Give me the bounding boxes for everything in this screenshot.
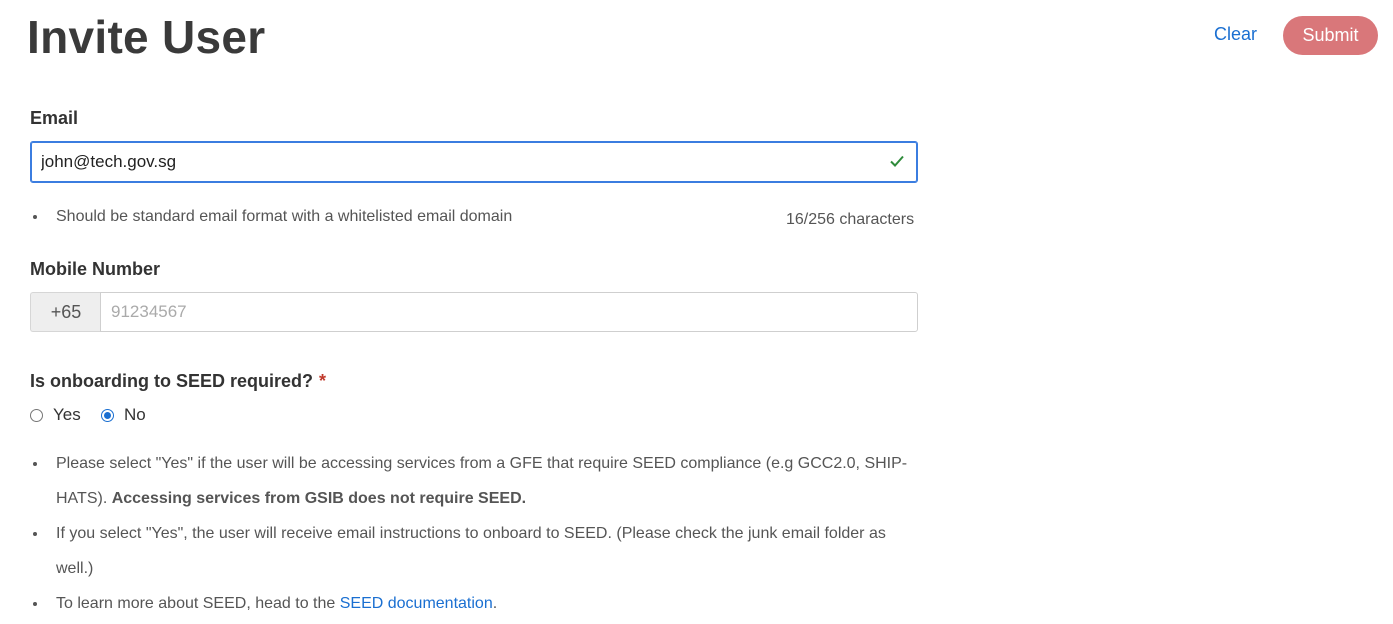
seed-notes-list: Please select "Yes" if the user will be … (48, 446, 918, 621)
email-label: Email (30, 108, 79, 128)
check-icon (890, 155, 904, 167)
seed-question-label: Is onboarding to SEED required? * (30, 371, 326, 392)
seed-note-email: If you select "Yes", the user will recei… (48, 516, 918, 586)
seed-note-docs-text: To learn more about SEED, head to the (56, 595, 340, 612)
required-marker: * (319, 371, 327, 391)
mobile-number-input[interactable] (100, 292, 918, 332)
radio-yes-button[interactable] (30, 408, 43, 422)
radio-no-button[interactable] (101, 408, 114, 422)
radio-option-no[interactable]: No (101, 405, 146, 425)
radio-option-yes[interactable]: Yes (30, 405, 81, 425)
email-hint-list: Should be standard email format with a w… (48, 208, 512, 226)
seed-note-gfe: Please select "Yes" if the user will be … (48, 446, 918, 516)
country-code-prefix: +65 (30, 292, 101, 332)
seed-documentation-link[interactable]: SEED documentation (340, 595, 493, 612)
radio-yes-label: Yes (53, 405, 81, 424)
clear-button[interactable]: Clear (1214, 24, 1257, 45)
seed-question-text: Is onboarding to SEED required? (30, 371, 314, 391)
submit-button[interactable]: Submit (1283, 16, 1378, 55)
seed-note-docs-end: . (492, 595, 498, 612)
mobile-label: Mobile Number (30, 259, 161, 279)
radio-no-label: No (124, 405, 146, 424)
seed-note-gsib-bold: Accessing services from GSIB does not re… (111, 490, 527, 507)
page-title: Invite User (27, 11, 266, 63)
email-char-count: 16/256 characters (786, 211, 915, 228)
seed-note-docs: To learn more about SEED, head to the SE… (48, 586, 918, 621)
email-hint: Should be standard email format with a w… (48, 208, 512, 226)
email-field[interactable] (41, 142, 881, 182)
email-field-container (30, 141, 918, 183)
